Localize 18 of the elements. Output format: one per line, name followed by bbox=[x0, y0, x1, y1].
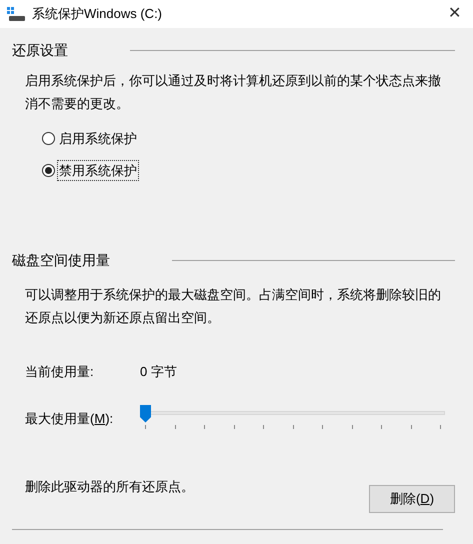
slider-thumb[interactable] bbox=[140, 404, 151, 422]
current-usage-label: 当前使用量: bbox=[25, 363, 95, 381]
usage-slider[interactable] bbox=[140, 404, 445, 430]
close-button[interactable]: ✕ bbox=[448, 6, 461, 22]
delete-button[interactable]: 删除(D) bbox=[369, 484, 455, 512]
group-heading: 还原设置 bbox=[12, 41, 68, 60]
radio-button[interactable] bbox=[42, 164, 55, 177]
group-heading: 磁盘空间使用量 bbox=[12, 251, 110, 270]
delete-description: 删除此驱动器的所有还原点。 bbox=[25, 478, 194, 496]
window-title: 系统保护Windows (C:) bbox=[32, 5, 162, 24]
drive-icon bbox=[7, 7, 25, 21]
radio-button[interactable] bbox=[42, 132, 55, 146]
radio-label[interactable]: 启用系统保护 bbox=[58, 129, 138, 148]
description-text: 可以调整用于系统保护的最大磁盘空间。占满空间时，系统将删除较旧的还原点以便为新还原点留出空间。 bbox=[25, 286, 442, 327]
description-text: 启用系统保护后，你可以通过及时将计算机还原到以前的某个状态点来撤消不需要的更改。 bbox=[25, 72, 442, 113]
radio-label[interactable]: 禁用系统保护 bbox=[58, 160, 138, 180]
current-usage-value: 0 字节 bbox=[140, 363, 177, 381]
max-usage-label: 最大使用量(M): bbox=[25, 410, 114, 428]
